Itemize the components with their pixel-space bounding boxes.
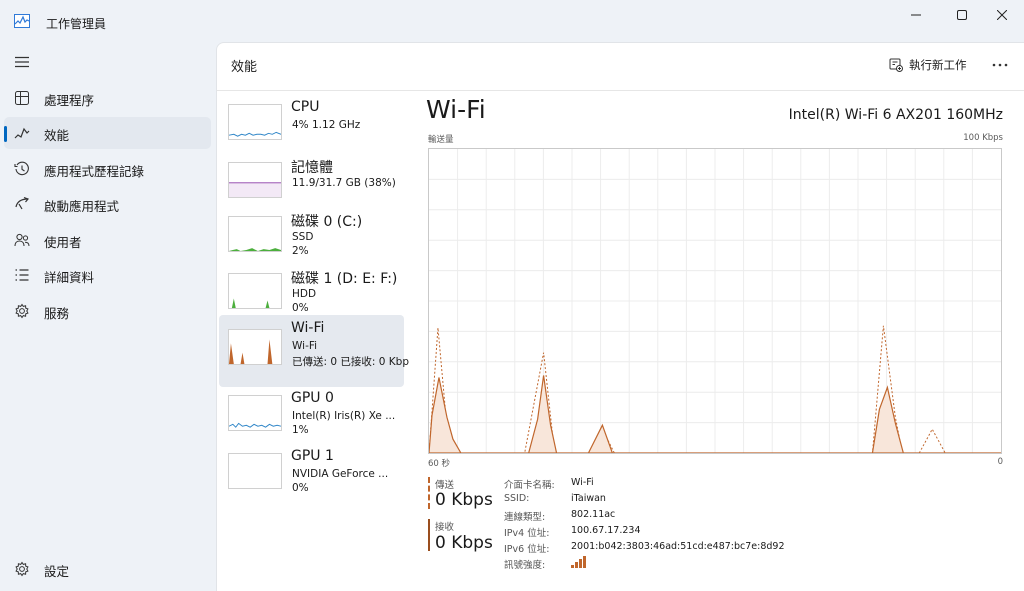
nav-item-label: 使用者 [44, 235, 82, 250]
disk-0-thumbnail-graph [228, 216, 282, 252]
nav-item-performance[interactable]: 效能 [4, 117, 211, 149]
signal-bar [583, 556, 586, 568]
nav-item-users[interactable]: 使用者 [4, 224, 211, 256]
tile-name: GPU 0 [291, 390, 334, 406]
tile-wifi[interactable]: Wi-Fi Wi-Fi 已傳送: 0 已接收: 0 Kbp [219, 315, 409, 387]
tile-detail: Wi-Fi [292, 340, 318, 352]
tile-name: 磁碟 1 (D: E: F:) [291, 271, 398, 287]
nav-item-processes[interactable]: 處理程序 [4, 82, 211, 114]
send-value: 0 Kbps [435, 490, 493, 510]
cpu-thumbnail-graph [228, 104, 282, 140]
graph-label: 輸送量 [428, 135, 454, 145]
run-new-task-label: 執行新工作 [909, 58, 967, 72]
receive-legend-marker [428, 519, 430, 551]
wifi-detail-panel: Wi-Fi Intel(R) Wi-Fi 6 AX201 160MHz 輸送量 … [410, 91, 1024, 591]
processes-icon [15, 91, 29, 105]
tile-detail: SSD [292, 231, 314, 243]
signal-strength-icon [571, 556, 586, 568]
services-icon [15, 303, 29, 319]
send-legend-marker [428, 477, 430, 509]
time-span-label: 60 秒 [428, 459, 451, 469]
nav-item-settings[interactable]: 設定 [4, 553, 211, 585]
nav-item-label: 應用程式歷程記錄 [44, 164, 145, 179]
task-manager-icon [14, 14, 30, 28]
hamburger-menu-icon[interactable] [14, 56, 30, 68]
title-bar: 工作管理員 [0, 0, 1024, 42]
settings-gear-icon [15, 561, 29, 577]
info-label: SSID: [504, 493, 530, 504]
tile-gpu-1[interactable]: GPU 1 NVIDIA GeForce ... 0% [219, 443, 404, 511]
navigation-pane: 處理程序 效能 應用程式歷程記錄 啟動應用程式 使用者 詳細資料 服務 設定 [0, 42, 216, 591]
nav-item-label: 處理程序 [44, 93, 95, 108]
tile-usage: 已傳送: 0 已接收: 0 Kbp [292, 356, 410, 368]
tile-detail: HDD [292, 288, 317, 300]
info-label: 介面卡名稱: [504, 480, 555, 491]
page-title: 效能 [231, 60, 258, 75]
info-label: IPv6 位址: [504, 544, 550, 555]
gpu-1-thumbnail-graph [228, 453, 282, 489]
nav-item-app-history[interactable]: 應用程式歷程記錄 [4, 153, 211, 185]
info-label: IPv4 位址: [504, 528, 550, 539]
signal-bar [575, 562, 578, 568]
close-button[interactable] [979, 4, 1024, 26]
receive-value: 0 Kbps [435, 533, 493, 553]
tile-usage: 0% [292, 482, 309, 494]
nav-item-label: 啟動應用程式 [44, 199, 120, 214]
wifi-thumbnail-graph [228, 329, 282, 365]
nav-item-services[interactable]: 服務 [4, 295, 211, 327]
nav-item-startup-apps[interactable]: 啟動應用程式 [4, 188, 211, 220]
memory-thumbnail-graph [228, 162, 282, 198]
nav-item-details[interactable]: 詳細資料 [4, 259, 211, 291]
history-icon [14, 161, 29, 176]
signal-bar [579, 559, 582, 568]
receive-label: 接收 [435, 522, 455, 533]
tile-detail: 11.9/31.7 GB (38%) [292, 177, 396, 189]
nav-item-label: 效能 [44, 128, 70, 143]
active-indicator [4, 126, 7, 142]
info-label: 連線類型: [504, 512, 546, 523]
close-icon [997, 10, 1007, 20]
adapter-name: Intel(R) Wi-Fi 6 AX201 160MHz [788, 107, 1003, 123]
nav-item-label: 詳細資料 [44, 270, 95, 285]
info-value: iTaiwan [571, 493, 606, 504]
startup-icon [15, 196, 30, 210]
nav-item-label: 服務 [44, 306, 70, 321]
performance-panel: 效能 執行新工作 CPU 4% 1.12 GHz 記憶體 11.9/31.7 G… [216, 42, 1024, 591]
gpu-0-thumbnail-graph [228, 395, 282, 431]
signal-bar [571, 565, 574, 568]
tile-usage: 1% [292, 424, 309, 436]
detail-title: Wi-Fi [426, 95, 486, 124]
info-value: Wi-Fi [571, 477, 594, 488]
send-label: 傳送 [435, 480, 455, 491]
tile-detail: NVIDIA GeForce ... [292, 468, 389, 480]
info-value: 2001:b042:3803:46ad:51cd:e487:bc7e:8d92 [571, 541, 785, 552]
graph-max-label: 100 Kbps [963, 133, 1003, 143]
tile-name: Wi-Fi [291, 320, 325, 336]
throughput-graph [428, 148, 1002, 454]
nav-item-label: 設定 [44, 564, 70, 579]
more-options-icon[interactable] [989, 55, 1011, 75]
disk-1-thumbnail-graph [228, 273, 282, 309]
tile-name: 記憶體 [291, 160, 333, 176]
info-label: 訊號強度: [504, 560, 546, 571]
tile-detail: Intel(R) Iris(R) Xe ... [292, 410, 396, 422]
minimize-icon [911, 14, 921, 16]
run-new-task-button[interactable]: 執行新工作 [889, 53, 967, 77]
info-value: 100.67.17.234 [571, 525, 641, 536]
tile-name: GPU 1 [291, 448, 334, 464]
tile-usage: 2% [292, 245, 309, 257]
tile-usage: 0% [292, 302, 309, 314]
performance-icon [14, 127, 30, 139]
graph-min-label: 0 [997, 457, 1003, 467]
tile-name: 磁碟 0 (C:) [291, 214, 363, 230]
run-task-icon [889, 58, 903, 72]
tile-detail: 4% 1.12 GHz [292, 119, 361, 131]
minimize-button[interactable] [893, 4, 939, 26]
users-icon [14, 233, 30, 247]
details-icon [15, 269, 29, 281]
info-value: 802.11ac [571, 509, 616, 520]
tile-name: CPU [291, 99, 320, 115]
maximize-icon [957, 10, 967, 20]
window-title: 工作管理員 [46, 17, 107, 31]
